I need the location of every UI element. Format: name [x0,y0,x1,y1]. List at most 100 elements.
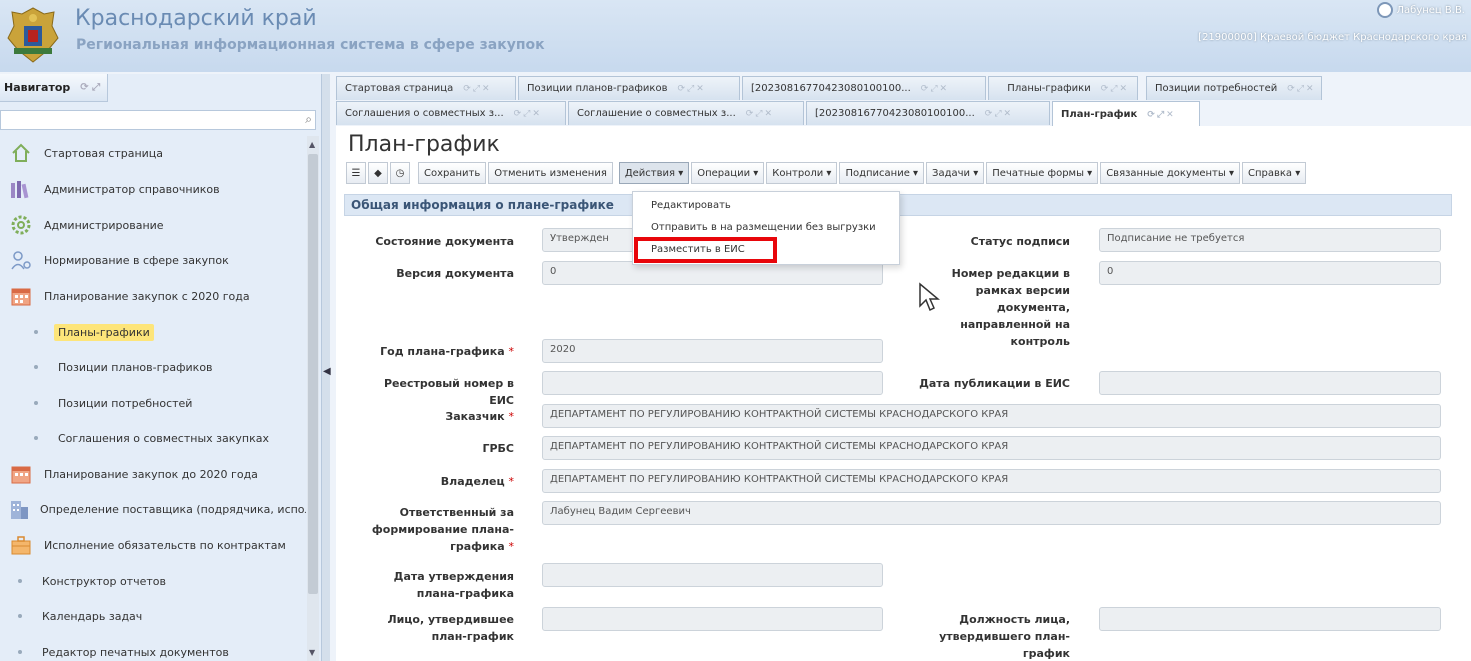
navigator-search-input[interactable]: ⌕ [0,110,316,130]
nav-item-label: Администратор справочников [44,182,220,196]
organization-label[interactable]: [21900000] Краевой бюджет Краснодарского… [1198,32,1467,43]
menu-item-send-no-upload[interactable]: Отправить в на размещении без выгрузки [651,222,876,233]
sign-status-label: Статус подписи [970,235,1070,248]
tasks-dropdown-button[interactable]: Задачи ▾ [926,162,985,184]
nav-item-planning-before-2020[interactable]: Планирование закупок до 2020 года [0,459,306,489]
nav-item-report-builder[interactable]: Конструктор отчетов [0,566,306,596]
nav-item-label: Определение поставщика (подрядчика, испо… [40,502,306,516]
coat-of-arms-logo [7,7,59,63]
scrollbar-thumb[interactable] [308,154,318,594]
tab-joint-agreement[interactable]: Соглашение о совместных з... ⟳⤢✕ [568,101,804,125]
tab-controls-icon[interactable]: ⟳⤢✕ [1101,84,1129,94]
nav-item-start-page[interactable]: Стартовая страница [0,138,306,168]
operations-dropdown-button[interactable]: Операции ▾ [691,162,765,184]
responsible-label: Ответственный за формирование плана-граф… [366,504,514,555]
reg-number-label: Реестровый номер в ЕИС [383,377,514,407]
save-button[interactable]: Сохранить [418,162,487,184]
navigator-scrollbar[interactable]: ▲ ▼ [307,136,319,661]
search-icon[interactable]: ⌕ [305,112,312,127]
tab-registry-1[interactable]: [20230816770423080100100... ⟳⤢✕ [742,76,986,100]
scroll-up-icon[interactable]: ▲ [309,140,315,149]
cancel-changes-button[interactable]: Отменить изменения [488,162,613,184]
app-header: Краснодарский край Региональная информац… [0,0,1471,72]
nav-item-need-positions[interactable]: Позиции потребностей [0,388,306,418]
tab-controls-icon[interactable]: ⟳⤢✕ [1287,84,1315,94]
calendar-icon [8,462,34,486]
nav-item-supplier-selection[interactable]: Определение поставщика (подрядчика, испо… [0,494,306,524]
home-icon [8,141,34,165]
tab-start-page[interactable]: Стартовая страница ⟳⤢✕ [336,76,516,100]
navigator-tab[interactable]: Навигатор ⟳ ⤢ [0,74,108,102]
print-forms-dropdown-button[interactable]: Печатные формы ▾ [986,162,1099,184]
tab-controls-icon[interactable]: ⟳⤢✕ [921,84,949,94]
scroll-down-icon[interactable]: ▼ [309,648,315,657]
refresh-icon[interactable]: ⟳ ⤢ [80,82,100,93]
signing-dropdown-button[interactable]: Подписание ▾ [839,162,925,184]
bullet-icon [18,579,22,583]
year-label-text: Год плана-графика [380,345,505,358]
calendar-icon [8,284,34,308]
controls-dropdown-button[interactable]: Контроли ▾ [766,162,838,184]
tab-controls-icon[interactable]: ⟳⤢✕ [746,109,774,119]
responsible-label-text: Ответственный за формирование плана-граф… [371,506,514,553]
nav-item-label: Конструктор отчетов [42,574,166,588]
tab-controls-icon[interactable]: ⟳⤢✕ [985,109,1013,119]
panel-splitter[interactable]: ◀ [322,74,331,661]
history-icon[interactable]: ◷ [390,162,410,184]
nav-item-plan-positions[interactable]: Позиции планов-графиков [0,352,306,382]
tab-controls-icon[interactable]: ⟳⤢✕ [1147,110,1175,120]
tag-icon[interactable]: ◆ [368,162,388,184]
tab-label: Соглашения о совместных з... [345,108,504,119]
tab-controls-icon[interactable]: ⟳⤢✕ [514,109,542,119]
collapse-arrow-icon[interactable]: ◀ [323,366,331,377]
tab-label: [20230816770423080100100... [815,108,975,119]
nav-item-print-editor[interactable]: Редактор печатных документов [0,637,306,661]
help-dropdown-button[interactable]: Справка ▾ [1241,162,1307,184]
grbs-label: ГРБС [482,442,514,455]
main-content: План-график ☰ ◆ ◷ Сохранить Отменить изм… [336,126,1471,661]
nav-item-joint-agreements[interactable]: Соглашения о совместных закупках [0,423,306,453]
nav-item-label: Планирование закупок до 2020 года [44,467,258,481]
tab-controls-icon[interactable]: ⟳⤢✕ [463,84,491,94]
required-marker: * [508,475,515,488]
tab-registry-2[interactable]: [20230816770423080100100... ⟳⤢✕ [806,101,1050,125]
tab-need-positions[interactable]: Позиции потребностей ⟳⤢✕ [1146,76,1322,100]
tab-label: Позиции потребностей [1155,83,1278,94]
responsible-field: Лабунец Вадим Сергеевич [542,501,1441,525]
tab-label: План-график [1061,109,1138,120]
tab-joint-agreements[interactable]: Соглашения о совместных з... ⟳⤢✕ [336,101,566,125]
nav-item-label: Администрирование [44,218,164,232]
actions-dropdown-button[interactable]: Действия ▾ [618,162,690,184]
nav-item-plan-schedules[interactable]: Планы-графики [0,317,306,347]
tab-plan-schedules[interactable]: Планы-графики ⟳⤢✕ [988,76,1138,100]
nav-item-label: Исполнение обязательств по контрактам [44,538,286,552]
tab-label: Планы-графики [1007,83,1091,94]
year-field: 2020 [542,339,883,363]
sign-status-field: Подписание не требуется [1099,228,1441,252]
menu-icon[interactable]: ☰ [346,162,366,184]
nav-item-task-calendar[interactable]: Календарь задач [0,601,306,631]
menu-item-edit[interactable]: Редактировать [651,200,731,211]
nav-item-contract-execution[interactable]: Исполнение обязательств по контрактам [0,530,306,560]
approver-position-field [1099,607,1441,631]
approver-label: Лицо, утвердившее план-график [387,613,514,643]
related-docs-dropdown-button[interactable]: Связанные документы ▾ [1100,162,1240,184]
tab-controls-icon[interactable]: ⟳⤢✕ [677,84,705,94]
nav-item-label: Планирование закупок с 2020 года [44,289,250,303]
approver-position-label: Должность лица, утвердившего план-график [939,613,1070,660]
user-menu[interactable]: Лабунец В.В. [1376,2,1465,18]
customer-label: Заказчик * [356,408,514,425]
user-settings-icon [8,248,34,272]
tab-label: Позиции планов-графиков [527,83,668,94]
nav-item-planning-2020[interactable]: Планирование закупок с 2020 года [0,281,306,311]
tab-plan-schedule-active[interactable]: План-график ⟳⤢✕ [1052,101,1200,127]
highlight-annotation-box [634,237,777,263]
nav-item-label: Календарь задач [42,609,143,623]
nav-item-admin[interactable]: Администрирование [0,210,306,240]
nav-item-dict-admin[interactable]: Администратор справочников [0,174,306,204]
tab-plan-positions[interactable]: Позиции планов-графиков ⟳⤢✕ [518,76,740,100]
customer-field: ДЕПАРТАМЕНТ ПО РЕГУЛИРОВАНИЮ КОНТРАКТНОЙ… [542,404,1441,428]
user-icon [1376,2,1393,18]
books-icon [8,177,34,201]
nav-item-norming[interactable]: Нормирование в сфере закупок [0,245,306,275]
